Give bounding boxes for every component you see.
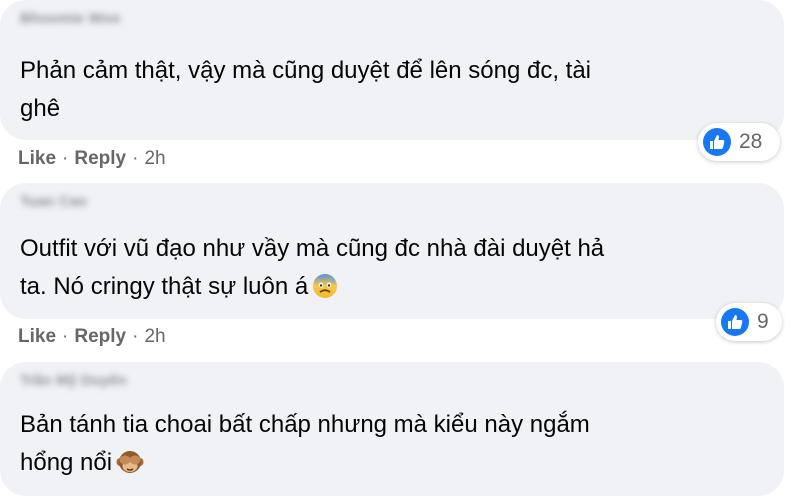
separator: · <box>62 326 69 347</box>
comment-bubble: Bhoomie Woo Phản cảm thật, vậy mà cũng d… <box>0 0 784 140</box>
like-reaction-icon <box>721 308 749 336</box>
comment-text: Outfit với vũ đạo như vầy mà cũng đc nhà… <box>20 230 604 311</box>
comment-text: Phản cảm thật, vậy mà cũng duyệt để lên … <box>20 52 591 128</box>
reaction-count: 9 <box>757 310 769 333</box>
comment-actions: Like · Reply · 2h <box>18 148 166 170</box>
comment-text-line: hổng nổi <box>20 444 590 487</box>
comment-timestamp[interactable]: 2h <box>144 148 165 169</box>
comment-text-fragment: hổng nổi <box>20 449 113 476</box>
comment-author[interactable]: Trần Mỹ Duyên <box>20 372 127 389</box>
reply-button[interactable]: Reply <box>74 326 126 347</box>
comment-text: Bản tánh tia choai bất chấp nhưng mà kiể… <box>20 406 590 487</box>
comment-3: Trần Mỹ Duyên Bản tánh tia choai bất chấ… <box>0 362 800 499</box>
like-reaction-icon <box>703 128 731 156</box>
comment-bubble: Trần Mỹ Duyên Bản tánh tia choai bất chấ… <box>0 362 784 496</box>
comment-timestamp[interactable]: 2h <box>144 326 165 347</box>
reaction-summary[interactable]: 9 <box>716 303 782 341</box>
reaction-summary[interactable]: 28 <box>698 123 780 161</box>
anxious-face-with-sweat-icon <box>312 273 338 311</box>
separator: · <box>132 148 139 169</box>
comment-bubble: Tuan Cao Outfit với vũ đạo như vầy mà cũ… <box>0 183 784 319</box>
comment-text-line: ghê <box>20 95 61 122</box>
comment-author[interactable]: Tuan Cao <box>20 193 87 210</box>
separator: · <box>132 326 139 347</box>
reply-button[interactable]: Reply <box>74 148 126 169</box>
comment-text-line: ta. Nó cringy thật sự luôn á <box>20 268 604 311</box>
comment-thread: Bhoomie Woo Phản cảm thật, vậy mà cũng d… <box>0 0 800 499</box>
comment-2: Tuan Cao Outfit với vũ đạo như vầy mà cũ… <box>0 183 800 353</box>
comment-actions: Like · Reply · 2h <box>18 326 166 348</box>
comment-text-line: Phản cảm thật, vậy mà cũng duyệt để lên … <box>20 57 592 84</box>
separator: · <box>62 148 69 169</box>
comment-1: Bhoomie Woo Phản cảm thật, vậy mà cũng d… <box>0 0 800 175</box>
reaction-count: 28 <box>739 130 763 153</box>
comment-author[interactable]: Bhoomie Woo <box>20 10 121 27</box>
comment-text-line: Outfit với vũ đạo như vầy mà cũng đc nhà… <box>20 235 605 262</box>
comment-text-line: Bản tánh tia choai bất chấp nhưng mà kiể… <box>20 411 590 438</box>
see-no-evil-monkey-icon <box>116 449 144 487</box>
comment-text-fragment: ta. Nó cringy thật sự luôn á <box>20 273 309 300</box>
like-button[interactable]: Like <box>18 148 56 169</box>
like-button[interactable]: Like <box>18 326 56 347</box>
